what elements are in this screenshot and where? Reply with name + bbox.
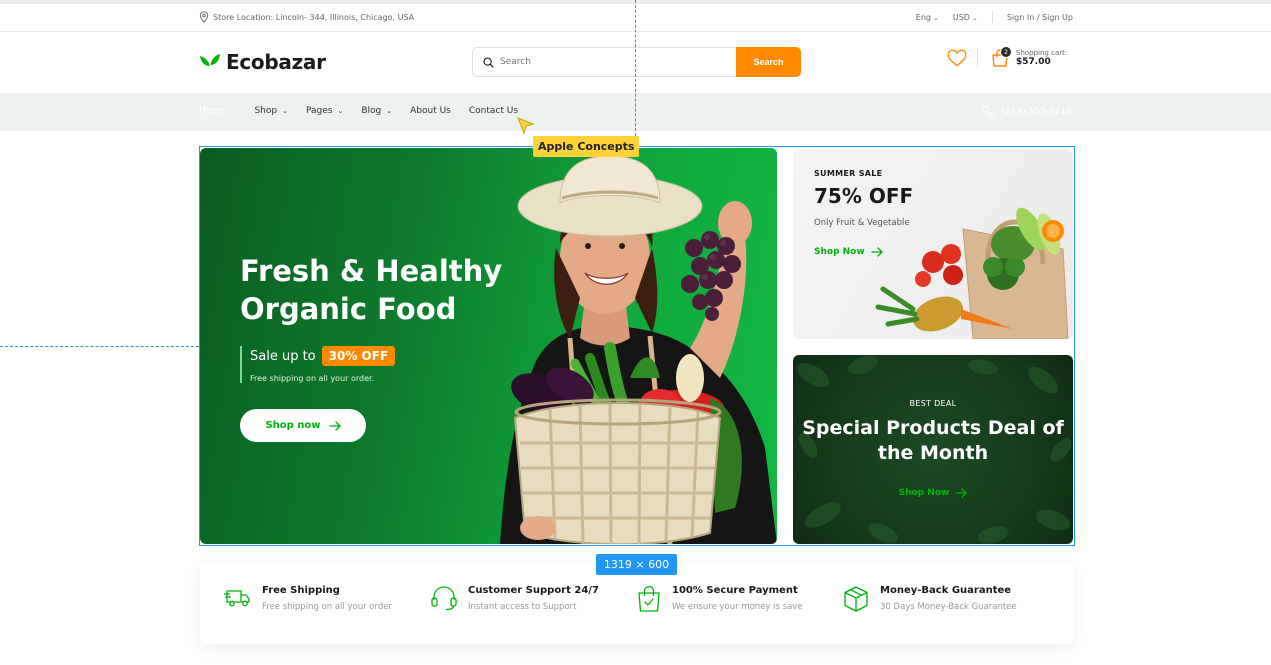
nav-item-label: About Us [410, 106, 451, 116]
feature-text: Money-Back Guarantee 30 Days Money-Back … [880, 585, 1017, 612]
store-location-text: Store Location: Lincoln- 344, Illinois, … [213, 12, 415, 22]
language-value: Eng [915, 12, 931, 22]
chevron-down-icon: ⌄ [386, 107, 393, 115]
nav-item-label: Blog [361, 106, 382, 116]
feature-text: 100% Secure Payment We ensure your money… [672, 585, 803, 612]
feature-money-back: Money-Back Guarantee 30 Days Money-Back … [842, 563, 1048, 644]
nav-item-pages[interactable]: Pages ⌄ [306, 106, 343, 116]
feature-title: Free Shipping [262, 585, 340, 596]
feature-subtitle: Free shipping on all your order [262, 602, 392, 612]
nav-item-blog[interactable]: Blog ⌄ [361, 106, 392, 116]
sign-up-link[interactable]: Sign Up [1042, 13, 1073, 22]
chevron-down-icon: ⌄ [282, 107, 288, 115]
currency-select[interactable]: USD ⌄ [953, 13, 978, 22]
search-icon [483, 56, 494, 68]
feature-title: Customer Support 24/7 [468, 585, 599, 596]
chevron-down-icon: ⌄ [337, 107, 344, 115]
shopping-bag-icon [638, 585, 660, 612]
feature-text: Free Shipping Free shipping on all your … [262, 585, 392, 612]
phone-number: (219) 555-0114 [1001, 107, 1072, 117]
cart-count-badge: 2 [1000, 46, 1012, 58]
logo-text: Ecobazar [226, 50, 326, 74]
headphones-icon [431, 586, 457, 611]
search-field[interactable] [472, 47, 736, 77]
phone-icon [982, 106, 995, 119]
header-actions: 2 Shopping cart: $57.00 [947, 46, 1067, 68]
truck-icon [224, 590, 250, 607]
feature-subtitle: 30 Days Money-Back Guarantee [880, 602, 1017, 612]
chevron-down-icon: ⌄ [230, 107, 237, 115]
sign-in-link[interactable]: Sign In [1007, 13, 1034, 22]
cart-total: $57.00 [1016, 57, 1051, 67]
leaf-logo-icon [200, 54, 220, 70]
nav-item-home[interactable]: Home ⌄ [199, 106, 236, 116]
currency-value: USD [952, 12, 970, 22]
nav-item-shop[interactable]: Shop ⌄ [254, 106, 288, 116]
nav-item-label: Home [199, 106, 226, 116]
horizontal-guide-line [0, 346, 199, 347]
feature-customer-support: Customer Support 24/7 Instant access to … [430, 563, 636, 644]
nav-item-contact[interactable]: Contact Us [469, 106, 518, 116]
chevron-down-icon: ⌄ [933, 13, 939, 22]
dimension-badge: 1319 × 600 [596, 554, 677, 575]
store-location: Store Location: Lincoln- 344, Illinois, … [199, 11, 414, 23]
auth-slash: / [1036, 12, 1040, 22]
map-pin-icon [199, 11, 209, 23]
logo[interactable]: Ecobazar [199, 50, 326, 74]
cart-label: Shopping cart: [1016, 49, 1068, 57]
nav-phone[interactable]: (219) 555-0114 [982, 105, 1072, 119]
nav-items: Home ⌄ Shop ⌄ Pages ⌄ Blog ⌄ About Us Contac… [199, 106, 518, 116]
cart-summary: Shopping cart: $57.00 [1016, 49, 1067, 67]
nav-item-label: Contact Us [468, 106, 519, 116]
vertical-guide-line [635, 0, 636, 146]
auth-links: Sign In / Sign Up [1007, 13, 1073, 22]
divider [991, 11, 993, 23]
cart-button[interactable]: 2 Shopping cart: $57.00 [990, 46, 1067, 68]
search-bar: Search [472, 47, 801, 77]
nav-item-label: Pages [305, 106, 333, 116]
nav-item-label: Shop [254, 106, 278, 116]
collaborator-name-tag: Apple Concepts [533, 136, 640, 157]
feature-title: Money-Back Guarantee [880, 585, 1012, 596]
feature-free-shipping: Free Shipping Free shipping on all your … [224, 563, 430, 644]
feature-subtitle: We ensure your money is save [672, 602, 803, 612]
cursor-pointer-icon [517, 117, 535, 135]
search-button[interactable]: Search [736, 47, 801, 77]
package-icon [844, 586, 868, 612]
feature-text: Customer Support 24/7 Instant access to … [468, 585, 599, 612]
divider [977, 49, 978, 67]
chevron-down-icon: ⌄ [971, 13, 978, 22]
feature-secure-payment: 100% Secure Payment We ensure your money… [636, 563, 842, 644]
features-strip: Free Shipping Free shipping on all your … [200, 563, 1073, 644]
feature-title: 100% Secure Payment [672, 585, 798, 596]
search-input[interactable] [500, 57, 720, 67]
feature-subtitle: Instant access to Support [468, 602, 577, 612]
top-bar-actions: Eng ⌄ USD ⌄ Sign In / Sign Up [916, 11, 1073, 23]
heart-icon[interactable] [947, 49, 967, 67]
nav-item-about[interactable]: About Us [410, 106, 451, 116]
language-select[interactable]: Eng ⌄ [916, 13, 939, 22]
selection-outline[interactable] [199, 146, 1075, 546]
